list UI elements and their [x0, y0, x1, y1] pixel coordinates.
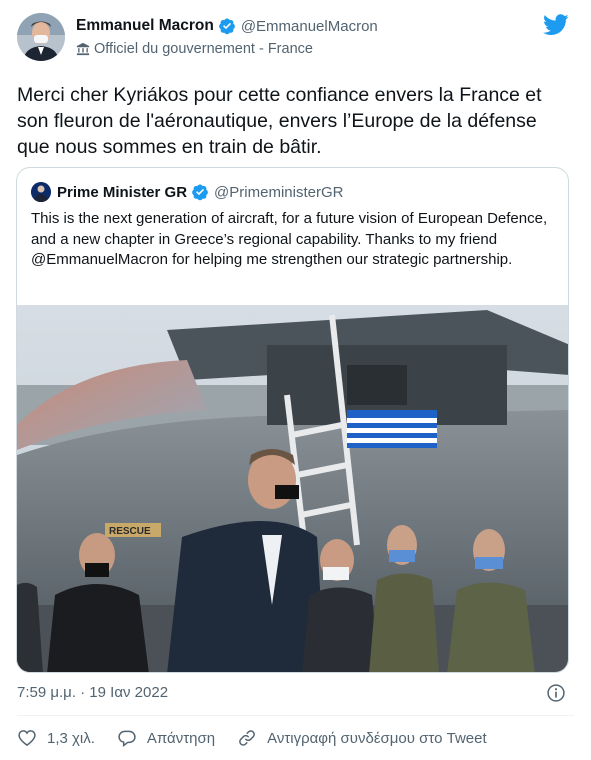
author-display-name[interactable]: Emmanuel Macron — [76, 17, 214, 35]
quoted-author-avatar — [31, 182, 51, 202]
copy-link-button[interactable]: Αντιγραφή συνδέσμου στο Tweet — [237, 728, 487, 748]
verified-icon — [218, 17, 236, 35]
tweet-timestamp[interactable]: 7:59 μ.μ. · 19 Ιαν 2022 — [17, 684, 168, 701]
tweet-card: Emmanuel Macron @EmmanuelMacron Officiel… — [0, 0, 591, 760]
quoted-tweet[interactable]: Prime Minister GR @PrimeministerGR This … — [16, 167, 569, 673]
like-count: 1,3 χιλ. — [47, 729, 95, 747]
author-name-row: Emmanuel Macron @EmmanuelMacron — [76, 17, 378, 35]
quoted-photo[interactable]: RESCUE — [17, 305, 569, 673]
quoted-tweet-header: Prime Minister GR @PrimeministerGR — [31, 182, 343, 202]
reply-label: Απάντηση — [146, 729, 216, 747]
twitter-logo-icon[interactable] — [543, 14, 569, 36]
copy-link-label: Αντιγραφή συνδέσμου στο Tweet — [267, 729, 487, 747]
heart-icon — [18, 730, 36, 747]
tweet-actions: 1,3 χιλ. Απάντηση Αντιγραφή συνδέσμου στ… — [17, 726, 509, 750]
quoted-handle: @PrimeministerGR — [214, 183, 344, 201]
government-label-text: Officiel du gouvernement - France — [94, 41, 313, 57]
quoted-tweet-text: This is the next generation of aircraft,… — [31, 210, 548, 268]
quoted-display-name: Prime Minister GR — [57, 183, 188, 201]
like-button[interactable]: 1,3 χιλ. — [17, 728, 95, 748]
rescue-label: RESCUE — [109, 526, 151, 537]
author-avatar[interactable] — [17, 13, 65, 61]
info-icon[interactable] — [546, 683, 566, 703]
author-handle[interactable]: @EmmanuelMacron — [241, 18, 378, 35]
link-icon — [239, 730, 255, 746]
government-label: Officiel du gouvernement - France — [76, 41, 313, 57]
verified-icon — [191, 183, 209, 201]
reply-icon — [118, 730, 136, 748]
divider — [17, 715, 574, 716]
tweet-text: Merci cher Kyriákos pour cette confiance… — [17, 84, 542, 158]
reply-button[interactable]: Απάντηση — [117, 728, 215, 748]
government-label-icon — [76, 42, 90, 56]
